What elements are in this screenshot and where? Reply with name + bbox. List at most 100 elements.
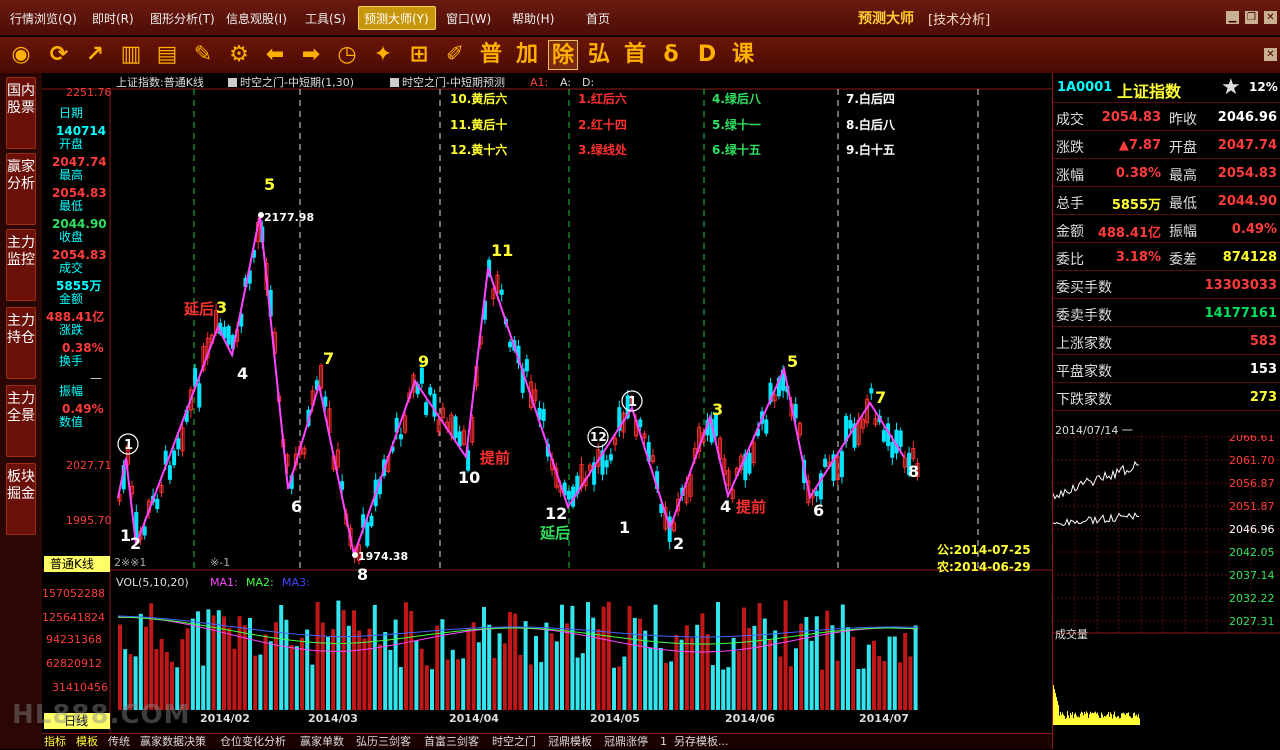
- arrow-right-icon[interactable]: ➡: [296, 40, 326, 70]
- star-doc-icon[interactable]: ✦: [368, 40, 398, 70]
- tab-indicator[interactable]: 指标: [44, 734, 66, 750]
- toolbar-hong[interactable]: 弘: [584, 40, 614, 70]
- volume-bar: [591, 617, 596, 710]
- quote-value: 488.41亿: [1097, 226, 1161, 241]
- vol-label: 成交: [59, 260, 83, 275]
- tab-winner-data[interactable]: 赢家数据决策: [140, 734, 206, 750]
- tab-1[interactable]: 1: [660, 734, 667, 750]
- candle-body: [428, 387, 433, 395]
- wrench-icon[interactable]: ⚙: [224, 40, 254, 70]
- quote-value: 3.18%: [1115, 250, 1161, 265]
- toolbar-pu[interactable]: 普: [476, 40, 506, 70]
- quote-label: 开盘: [1169, 140, 1197, 156]
- toolbar-ke[interactable]: 课: [728, 40, 758, 70]
- menu-forecast[interactable]: 预测大师(Y): [364, 10, 429, 27]
- quote-label: 平盘家数: [1056, 364, 1112, 380]
- tab-save-template[interactable]: 另存模板...: [674, 734, 729, 750]
- quote-value: 874128: [1222, 250, 1277, 265]
- toolbar-jia[interactable]: 加: [512, 40, 542, 70]
- mini-price-tick: 2046.96: [1229, 523, 1275, 536]
- kline-type-label[interactable]: 普通K线: [50, 557, 94, 571]
- sidebar-tab-holdings[interactable]: 主力持仓: [6, 307, 36, 379]
- sidebar-tab-domestic[interactable]: 国内股票: [6, 77, 36, 149]
- mini-vol-bar: [1058, 705, 1059, 725]
- indicator-2[interactable]: 时空之门-中短期预测: [402, 75, 505, 89]
- toolbar-d[interactable]: D: [692, 40, 722, 70]
- notes-icon[interactable]: ▤: [152, 40, 182, 70]
- minimize-icon[interactable]: ▁: [1226, 11, 1239, 24]
- zigzag-polyline: [117, 214, 905, 559]
- quote-value: 153: [1249, 362, 1277, 377]
- rss-icon[interactable]: ◉: [6, 40, 36, 70]
- toolbar-delta[interactable]: δ: [656, 40, 686, 70]
- volume-bar: [565, 623, 570, 710]
- quote-panel: 1A0001 上证指数 ★ 12% 成交 2054.83 昨收 2046.96 涨跌 ▲7…: [1052, 73, 1280, 749]
- toolbar-close-icon[interactable]: ✕: [1264, 48, 1277, 61]
- mini-chart[interactable]: 2066.61 2061.70 2056.87 2051.87 2046.96 2042.…: [1053, 435, 1280, 745]
- quote-label: 总手: [1056, 196, 1084, 212]
- line-chart-icon[interactable]: ↗: [80, 40, 110, 70]
- sidebar-tab-panorama[interactable]: 主力全景: [6, 385, 36, 457]
- mini-vol-bar: [1117, 716, 1118, 725]
- menu-quotes[interactable]: 行情浏览(Q): [10, 10, 77, 27]
- pencil-icon[interactable]: ✎: [188, 40, 218, 70]
- menu-realtime[interactable]: 即时(R): [92, 10, 134, 27]
- star-icon[interactable]: ★: [1221, 75, 1241, 100]
- candle-body: [508, 341, 513, 348]
- volume-bar: [554, 641, 559, 710]
- menu-tools[interactable]: 工具(S): [305, 10, 346, 27]
- tab-traditional[interactable]: 传统: [108, 734, 130, 750]
- mini-vol-bar: [1054, 689, 1055, 725]
- refresh-icon[interactable]: ⟳: [44, 40, 74, 70]
- circle-label: 1: [628, 395, 637, 410]
- bar-chart-icon[interactable]: ▥: [116, 40, 146, 70]
- tab-position-change[interactable]: 仓位变化分析: [220, 734, 286, 750]
- sidebar-tab-sector[interactable]: 板块掘金: [6, 463, 36, 535]
- tab-hongli[interactable]: 弘历三剑客: [356, 734, 411, 750]
- text-label-advance: 提前: [480, 449, 510, 467]
- toolbar-chu[interactable]: 除: [548, 40, 578, 70]
- add-folder-icon[interactable]: ⊞: [404, 40, 434, 70]
- tab-time-gate[interactable]: 时空之门: [492, 734, 536, 750]
- mini-price-tick: 2056.87: [1229, 477, 1275, 490]
- quote-row: 金额 488.41亿 振幅 0.49%: [1053, 215, 1280, 243]
- candle-body: [848, 419, 853, 429]
- kline-chart[interactable]: 上证指数:普通K线 时空之门-中短期(1,30) 时空之门-中短期预测 A1: …: [42, 73, 1052, 733]
- volume-bar: [367, 628, 372, 710]
- sidebar-tab-monitor[interactable]: 主力监控: [6, 229, 36, 301]
- sidebar-tab-winner[interactable]: 赢家分析: [6, 153, 36, 225]
- candle-body: [369, 515, 374, 527]
- edit-doc-icon[interactable]: ✐: [440, 40, 470, 70]
- clock-icon[interactable]: ◷: [332, 40, 362, 70]
- tab-guanding-template[interactable]: 冠鼎模板: [548, 734, 592, 750]
- menu-info[interactable]: 信息观股(I): [226, 10, 287, 27]
- menu-window[interactable]: 窗口(W): [446, 10, 491, 27]
- chart-area[interactable]: 上证指数:普通K线 时空之门-中短期(1,30) 时空之门-中短期预测 A1: …: [42, 73, 1052, 733]
- close-icon[interactable]: ✕: [1264, 11, 1277, 24]
- volume-bar: [778, 656, 783, 710]
- volume-title: VOL(5,10,20): [116, 576, 189, 589]
- mini-vol-bar: [1136, 714, 1137, 725]
- arrow-left-icon[interactable]: ⬅: [260, 40, 290, 70]
- volume-bar: [497, 633, 502, 710]
- candle-body: [424, 402, 429, 415]
- tab-template[interactable]: 模板: [76, 734, 98, 750]
- mini-vol-bar: [1062, 712, 1063, 725]
- tab-guanding-limit[interactable]: 冠鼎涨停: [604, 734, 648, 750]
- tab-shoufu[interactable]: 首富三剑客: [424, 734, 479, 750]
- toolbar-shou[interactable]: 首: [620, 40, 650, 70]
- menu-help[interactable]: 帮助(H): [512, 10, 554, 27]
- app-subtitle: [技术分析]: [928, 13, 991, 28]
- indicator-a1: A1:: [530, 76, 548, 89]
- menu-chart-analysis[interactable]: 图形分析(T): [150, 10, 215, 27]
- mini-vol-bar: [1060, 711, 1061, 725]
- tab-winner-orders[interactable]: 赢家单数: [300, 734, 344, 750]
- restore-icon[interactable]: ❐: [1245, 11, 1258, 24]
- indicator-icon: [228, 78, 237, 87]
- mini-vol-bar: [1063, 714, 1064, 725]
- menu-home[interactable]: 首页: [586, 10, 610, 27]
- volume-bar: [383, 631, 388, 710]
- indicator-1[interactable]: 时空之门-中短期(1,30): [240, 75, 354, 89]
- volume-bar: [430, 669, 434, 710]
- volume-bar: [887, 636, 892, 710]
